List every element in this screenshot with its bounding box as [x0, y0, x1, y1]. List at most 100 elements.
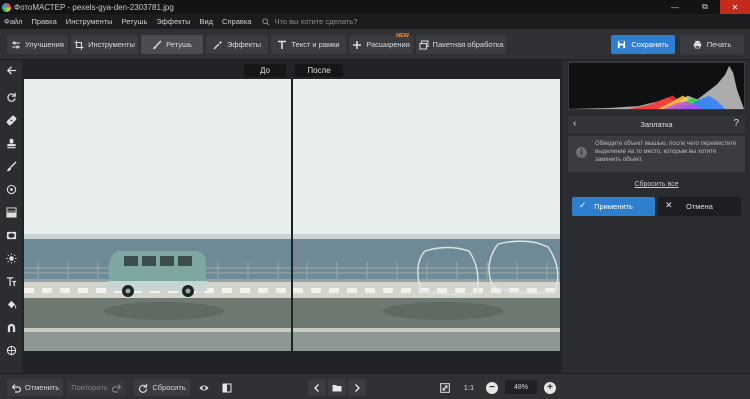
radial-icon	[6, 184, 16, 194]
menu-help[interactable]: Справка	[222, 17, 251, 26]
tool-crosshair[interactable]	[3, 342, 19, 358]
tool-rotate[interactable]	[3, 89, 19, 105]
chevron-left-icon	[314, 383, 319, 392]
undo-icon	[11, 383, 21, 393]
tab-effects[interactable]: Эффекты	[206, 35, 268, 54]
patch-icon	[6, 115, 16, 125]
menu-effects[interactable]: Эффекты	[156, 17, 190, 26]
menu-view[interactable]: Вид	[199, 17, 213, 26]
zoom-out-button[interactable]: −	[485, 379, 499, 396]
tab-extensions[interactable]: Расширения NEW	[349, 33, 413, 54]
preview-toggle[interactable]	[196, 379, 212, 396]
back-button[interactable]	[3, 62, 19, 78]
right-panel: ‹ Заплатка ? i Обведите объект мышью, по…	[562, 60, 750, 373]
gradient-icon	[5, 206, 17, 218]
tab-text-frames[interactable]: Текст и рамки	[271, 35, 346, 54]
tab-retouch[interactable]: Ретушь	[141, 35, 203, 54]
window-controls: — ⧉ ✕	[660, 0, 750, 14]
tool-light[interactable]	[3, 250, 19, 266]
fit-screen-button[interactable]	[436, 379, 454, 396]
tab-retouch-label: Ретушь	[166, 40, 192, 49]
reset-label: Сбросить	[152, 383, 186, 392]
fill-icon	[7, 300, 16, 309]
sliders-icon	[12, 41, 21, 48]
menu-retouch[interactable]: Ретушь	[122, 17, 148, 26]
before-image	[24, 79, 291, 351]
tool-magnet[interactable]	[3, 319, 19, 335]
tab-effects-label: Эффекты	[226, 40, 262, 49]
compare-icon	[222, 383, 232, 392]
compare-toggle[interactable]	[219, 379, 235, 396]
close-button[interactable]: ✕	[720, 0, 750, 14]
after-photo	[293, 79, 560, 351]
menu-search[interactable]: Что вы хотите сделать?	[262, 17, 357, 26]
next-image-button[interactable]	[348, 379, 366, 396]
plus-icon	[353, 40, 362, 49]
tool-vignette[interactable]	[3, 227, 19, 243]
minus-icon: −	[486, 381, 498, 394]
menu-edit[interactable]: Правка	[31, 17, 56, 26]
app-logo-icon	[2, 2, 11, 12]
tool-fill[interactable]	[3, 296, 19, 312]
search-placeholder: Что вы хотите сделать?	[274, 17, 358, 26]
tab-batch-label: Пакетная обработка	[432, 40, 504, 49]
tool-text[interactable]	[3, 273, 19, 289]
printer-icon	[693, 40, 701, 49]
panel-title: Заплатка	[640, 120, 673, 129]
open-folder-button[interactable]	[328, 379, 346, 396]
tool-gradient[interactable]	[3, 204, 19, 220]
reset-button[interactable]: Сбросить	[134, 379, 190, 396]
new-badge: NEW	[396, 33, 409, 39]
prev-image-button[interactable]	[308, 379, 326, 396]
tool-brush[interactable]	[3, 158, 19, 174]
zoom-in-button[interactable]: +	[543, 379, 557, 396]
text-icon	[278, 40, 287, 49]
menu-tools[interactable]: Инструменты	[66, 17, 113, 26]
text-icon	[6, 276, 16, 286]
tab-enhance[interactable]: Улучшения	[7, 35, 68, 54]
search-icon	[262, 17, 271, 26]
window-title: ФотоМАСТЕР - pexels-gya-den-2303781.jpg	[14, 2, 174, 12]
apply-button[interactable]: ✓ Применить	[572, 197, 655, 216]
panel-back-button[interactable]: ‹	[573, 118, 576, 129]
checkmark-icon: ✓	[579, 200, 587, 210]
histogram	[568, 62, 745, 110]
help-button[interactable]: ?	[733, 118, 739, 129]
minimize-button[interactable]: —	[660, 0, 690, 14]
reset-icon	[139, 383, 148, 393]
save-label: Сохранить	[631, 40, 669, 49]
tab-batch[interactable]: Пакетная обработка	[416, 35, 506, 54]
reset-all-link[interactable]: Сбросить все	[568, 181, 745, 188]
info-icon: i	[576, 147, 587, 158]
tab-enhance-label: Улучшения	[25, 40, 64, 49]
rotate-icon	[6, 92, 16, 102]
vignette-icon	[6, 231, 16, 239]
tool-radial[interactable]	[3, 181, 19, 197]
zoom-level[interactable]: 48%	[505, 380, 537, 394]
left-toolbar	[0, 60, 22, 373]
tool-stamp[interactable]	[3, 135, 19, 151]
back-arrow-icon	[6, 65, 16, 75]
maximize-button[interactable]: ⧉	[690, 0, 720, 14]
save-button[interactable]: Сохранить	[611, 35, 675, 54]
plus-icon: +	[544, 381, 556, 394]
menu-file[interactable]: Файл	[4, 17, 22, 26]
print-label: Печать	[706, 40, 732, 49]
redo-icon	[111, 383, 122, 393]
tab-text-frames-label: Текст и рамки	[291, 40, 340, 49]
batch-icon	[419, 40, 429, 49]
stamp-icon	[6, 138, 16, 148]
redo-button[interactable]: Повторить	[67, 379, 126, 396]
print-button[interactable]: Печать	[680, 35, 744, 54]
before-label: До	[244, 64, 286, 77]
info-text: Обведите объект мышью, после чего переме…	[595, 141, 737, 163]
brush-icon	[6, 160, 17, 171]
tab-tools[interactable]: Инструменты	[71, 35, 138, 54]
magnet-icon	[7, 323, 15, 332]
cancel-button[interactable]: ✕ Отмена	[658, 197, 741, 216]
undo-button[interactable]: Отменить	[7, 379, 63, 396]
image-canvas[interactable]: До После	[22, 60, 562, 373]
actual-size-button[interactable]: 1:1	[459, 379, 479, 396]
floppy-icon	[618, 40, 626, 49]
tool-patch[interactable]	[3, 112, 19, 128]
